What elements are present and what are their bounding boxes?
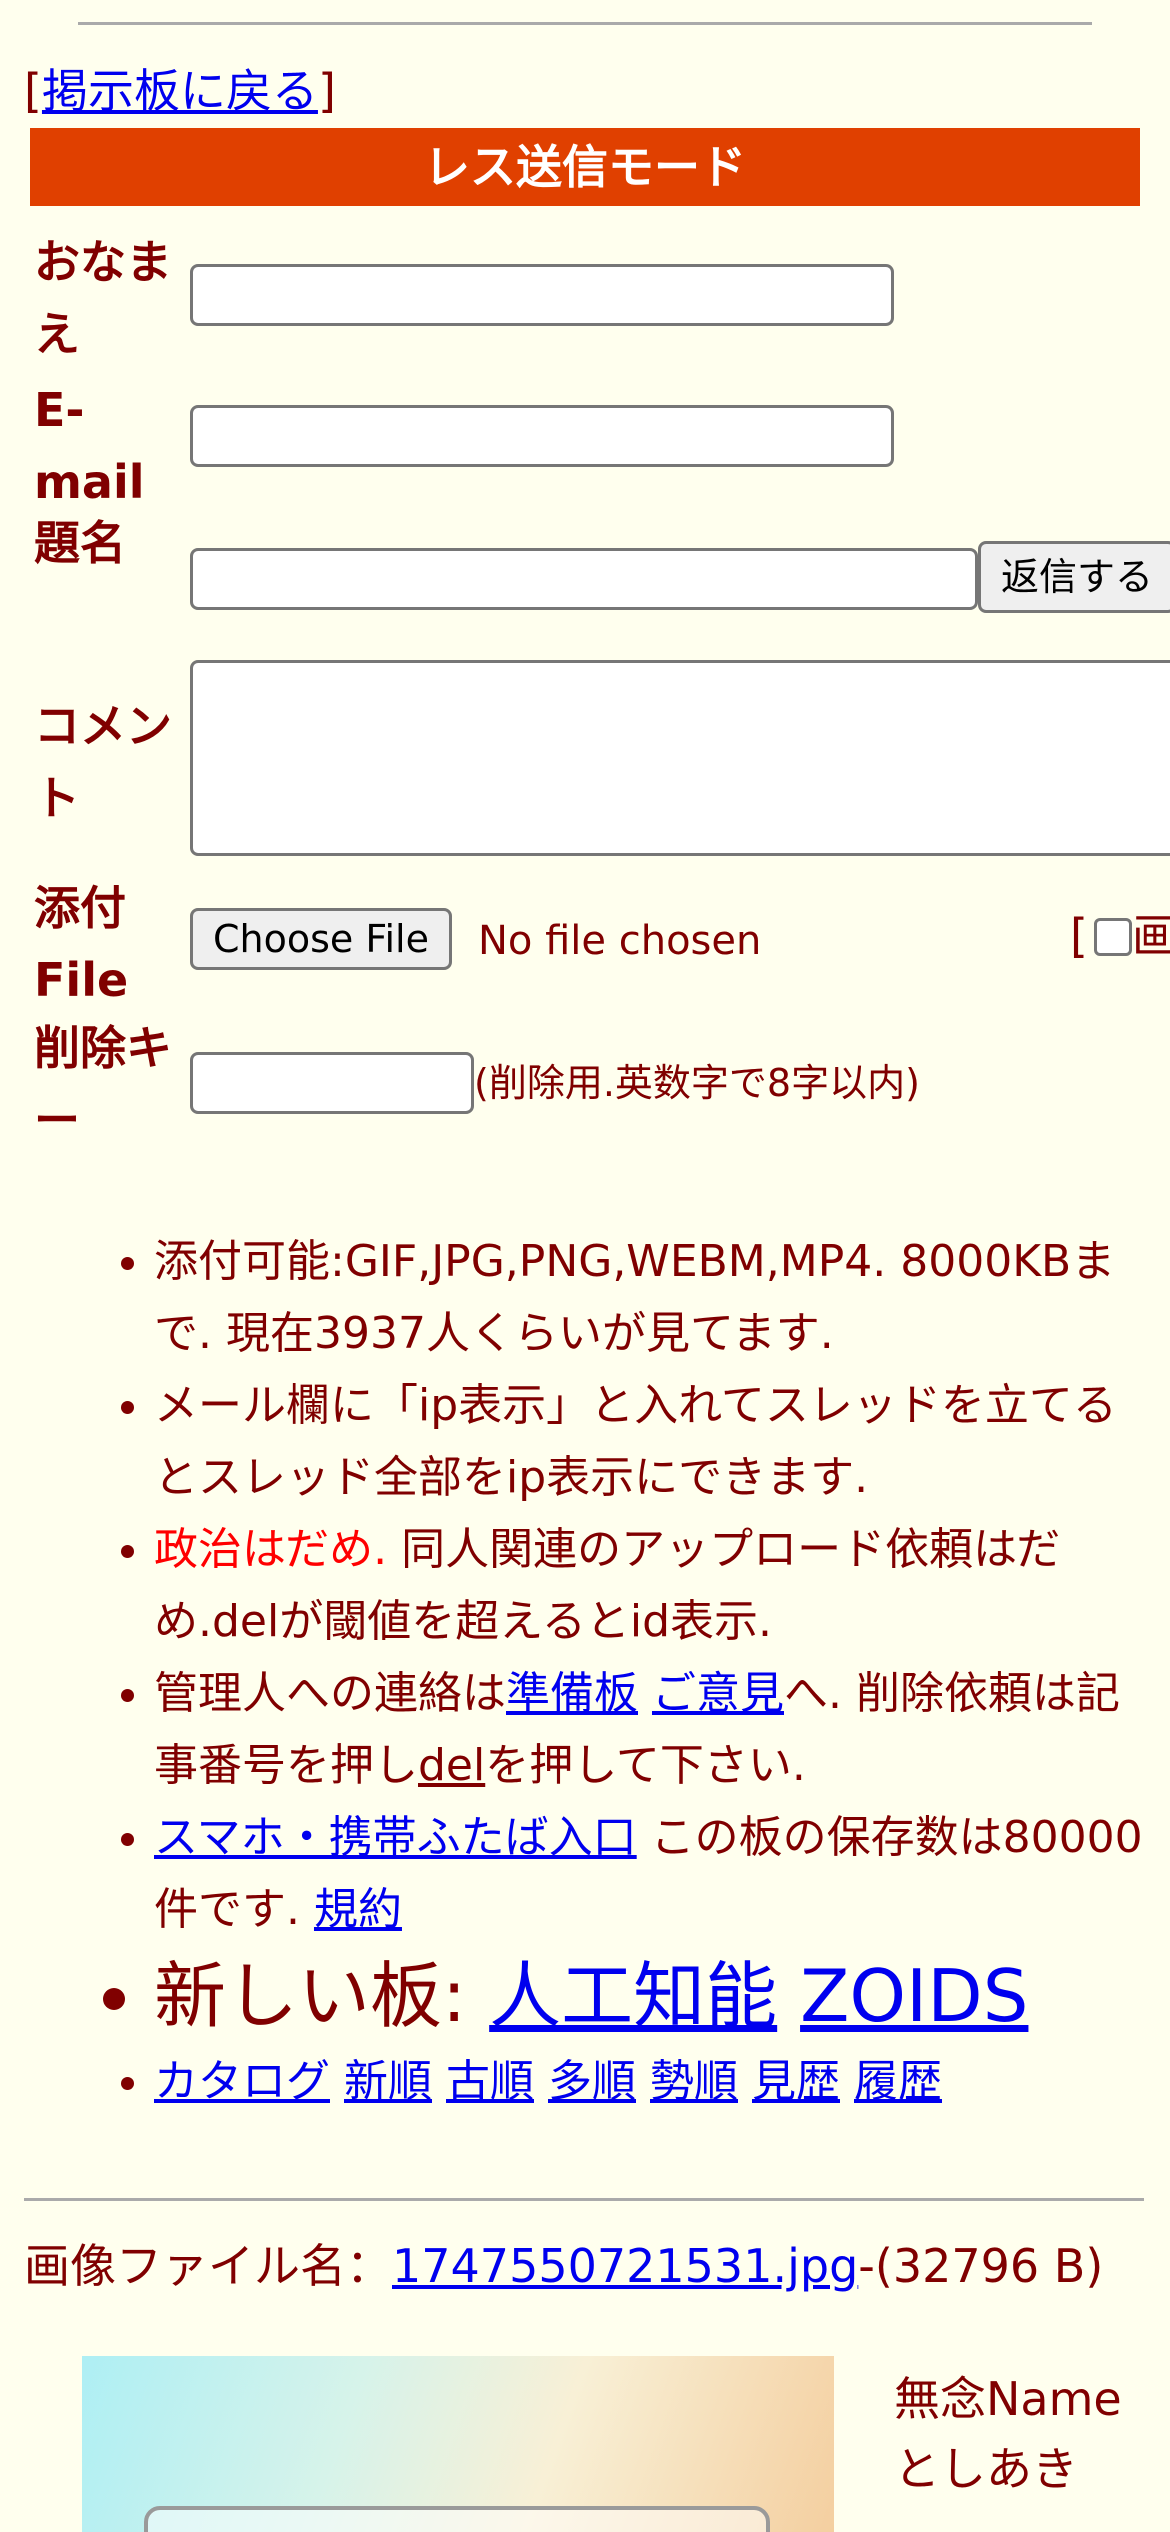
sort-momentum-link[interactable]: 勢順 <box>650 2056 738 2107</box>
name-input[interactable] <box>190 264 894 326</box>
back-to-board-link[interactable]: 掲示板に戻る <box>42 64 318 118</box>
post-thumbnail[interactable] <box>82 2356 834 2532</box>
note-politics-warning: 政治はだめ. <box>154 1524 388 1575</box>
note-contact-prefix: 管理人への連絡は <box>154 1668 506 1719</box>
note-new-boards: 新しい板: 人工知能 ZOIDS <box>154 1946 1156 2046</box>
board-notes: 添付可能:GIF,JPG,PNG,WEBM,MP4. 8000KBまで. 現在3… <box>96 1226 1156 2118</box>
thread-divider <box>24 2198 1144 2201</box>
post-header: 無念Name としあき <box>894 2364 1122 2504</box>
mobile-entrance-link[interactable]: スマホ・携帯ふたば入口 <box>154 1812 637 1863</box>
email-input[interactable] <box>190 405 894 467</box>
sort-many-link[interactable]: 多順 <box>548 2056 636 2107</box>
post-file-info: 画像ファイル名：1747550721531.jpg-(32796 B) <box>24 2236 1154 2296</box>
poster-name: 無念Name <box>894 2372 1122 2426</box>
sort-old-link[interactable]: 古順 <box>446 2056 534 2107</box>
terms-link[interactable]: 規約 <box>314 1884 402 1935</box>
subject-label: 題名 <box>34 516 126 570</box>
feedback-link[interactable]: ご意見 <box>652 1668 784 1719</box>
note-upload-limits: 添付可能:GIF,JPG,PNG,WEBM,MP4. 8000KBまで. 現在3… <box>154 1226 1156 1370</box>
reply-mode-title: レス送信モード <box>30 128 1140 206</box>
note-ip-display-text: メール欄に「ip表示」と入れてスレッドを立てるとスレッド全部をip表示にできます… <box>154 1380 1117 1503</box>
note-contact-suffix: を押して下さい. <box>485 1740 806 1791</box>
image-only-checkbox[interactable] <box>1093 918 1132 956</box>
post-file-size: -(32796 B) <box>858 2239 1104 2293</box>
image-toggle-label: 画 <box>1131 909 1170 963</box>
top-divider <box>78 22 1092 25</box>
thumbnail-content <box>144 2506 770 2532</box>
comment-textarea[interactable] <box>190 660 1170 856</box>
name-label: おなまえ <box>34 235 172 361</box>
note-rules: 政治はだめ. 同人関連のアップロード依頼はだめ.delが閾値を超えるとid表示. <box>154 1514 1156 1658</box>
history-link[interactable]: 履歴 <box>854 2056 942 2107</box>
image-only-toggle: [画 <box>1070 905 1170 967</box>
note-contact: 管理人への連絡は準備板 ご意見へ. 削除依頼は記事番号を押しdelを押して下さい… <box>154 1658 1156 1802</box>
delete-key-hint: (削除用.英数字で8字以内) <box>474 1061 920 1105</box>
catalog-link[interactable]: カタログ <box>154 2056 330 2107</box>
subject-input[interactable] <box>190 548 978 610</box>
note-upload-limits-text: 添付可能:GIF,JPG,PNG,WEBM,MP4. 8000KBまで. 現在3… <box>154 1236 1116 1359</box>
reply-submit-button[interactable]: 返信する <box>978 541 1170 613</box>
new-boards-label: 新しい板: <box>154 1954 490 2038</box>
note-mobile: スマホ・携帯ふたば入口 この板の保存数は80000件です. 規約 <box>154 1802 1156 1946</box>
comment-label: コメント <box>34 699 172 825</box>
del-link[interactable]: del <box>418 1740 485 1791</box>
file-status: No file chosen <box>478 918 762 964</box>
viewed-history-link[interactable]: 見歴 <box>752 2056 840 2107</box>
note-ip-display: メール欄に「ip表示」と入れてスレッドを立てるとスレッド全部をip表示にできます… <box>154 1370 1156 1514</box>
email-label: E-mail <box>34 383 145 509</box>
sort-new-link[interactable]: 新順 <box>344 2056 432 2107</box>
image-toggle-bracket: [ <box>1070 909 1088 963</box>
file-info-label: 画像ファイル名： <box>24 2239 392 2293</box>
delete-key-input[interactable] <box>190 1052 474 1114</box>
new-board-zoids-link[interactable]: ZOIDS <box>800 1954 1028 2038</box>
post-file-link[interactable]: 1747550721531.jpg <box>392 2239 858 2293</box>
delete-key-label: 削除キー <box>34 1021 172 1147</box>
back-bracket-close: ] <box>317 64 336 118</box>
note-sort-links: カタログ 新順 古順 多順 勢順 見歴 履歴 <box>154 2046 1156 2118</box>
new-board-ai-link[interactable]: 人工知能 <box>489 1954 777 2038</box>
back-bracket-open: [ <box>24 64 42 118</box>
back-to-board: [掲示板に戻る] <box>24 60 336 122</box>
file-label: 添付File <box>34 881 129 1007</box>
prep-board-link[interactable]: 準備板 <box>506 1668 638 1719</box>
choose-file-button[interactable]: Choose File <box>190 908 452 970</box>
poster-handle: としあき <box>894 2442 1078 2496</box>
